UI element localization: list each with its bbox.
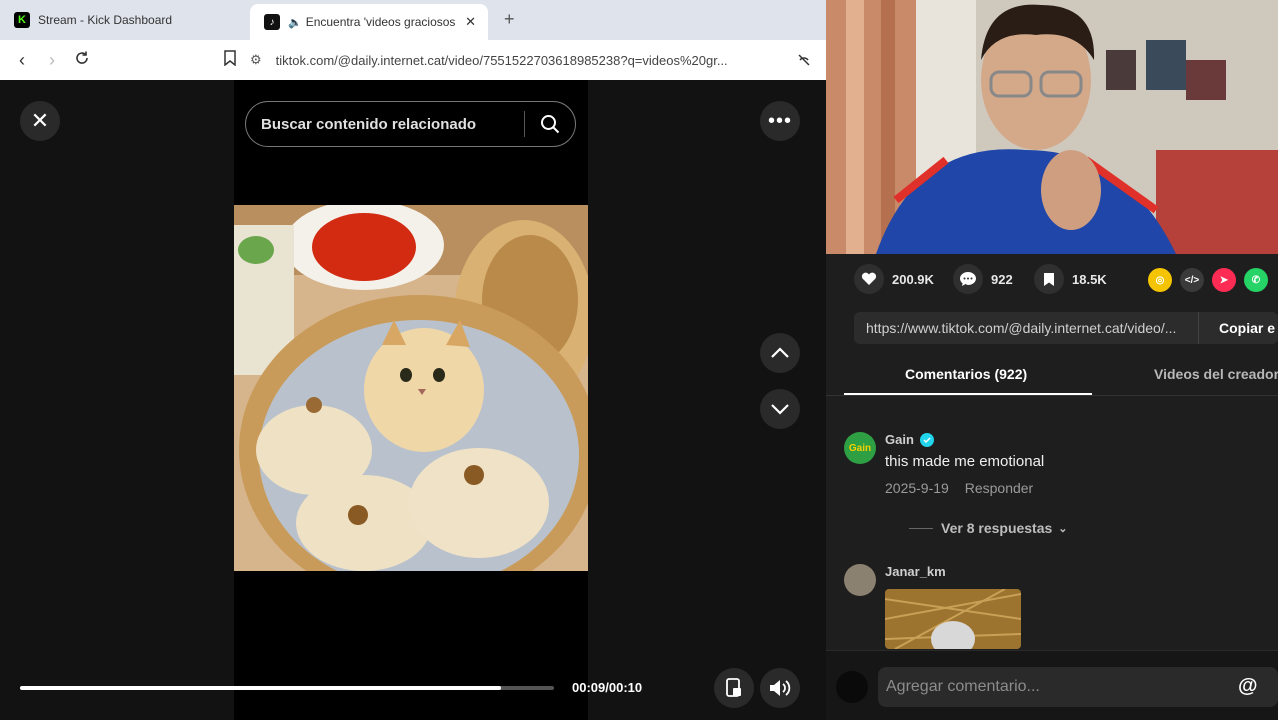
comment-input[interactable]: Agregar comentario... xyxy=(878,667,1278,707)
kick-logo-icon: K xyxy=(14,12,30,28)
tiktok-logo-icon: ♪ xyxy=(264,14,280,30)
comment-text: this made me emotional xyxy=(885,453,1045,470)
details-panel: 200.9K 922 18.5K ◎ </> ➤ ✆ https://www.t… xyxy=(826,0,1278,720)
heart-icon xyxy=(854,264,884,294)
save-count: 18.5K xyxy=(1072,271,1107,287)
comment-icon xyxy=(953,264,983,294)
volume-button[interactable] xyxy=(760,668,800,708)
comment-count: 922 xyxy=(991,271,1013,287)
view-replies-button[interactable]: Ver 8 respuestas ⌄ xyxy=(909,520,1068,536)
replies-divider xyxy=(909,527,933,529)
like-button[interactable]: 200.9K xyxy=(854,264,934,294)
more-icon: ••• xyxy=(767,109,792,132)
chevron-down-icon xyxy=(771,404,789,415)
reload-icon xyxy=(76,51,88,64)
avatar[interactable] xyxy=(844,564,876,596)
speaker-icon[interactable]: 🔈 xyxy=(288,16,302,29)
tab-tiktok-search[interactable]: ♪ 🔈 Encuentra 'videos graciosos' en ✕ xyxy=(250,4,488,40)
chevron-down-icon: ⌄ xyxy=(1058,522,1068,535)
close-tab-icon[interactable]: ✕ xyxy=(465,14,476,30)
send-icon[interactable]: ➤ xyxy=(1212,268,1236,292)
comment-username[interactable]: Gain xyxy=(885,432,914,447)
previous-video-button[interactable] xyxy=(760,333,800,373)
next-video-button[interactable] xyxy=(760,389,800,429)
close-video-button[interactable]: ✕ xyxy=(20,101,60,141)
video-viewer: ✕ Buscar contenido relacionado ••• 00:09… xyxy=(0,80,826,720)
comment-username[interactable]: Janar_km xyxy=(885,564,1245,579)
coin-share-icon[interactable]: ◎ xyxy=(1148,268,1172,292)
comment-item: Gain Gain this made me emotional 2025-9-… xyxy=(844,432,1264,536)
search-icon[interactable] xyxy=(525,114,575,134)
engagement-stats: 200.9K 922 18.5K ◎ </> ➤ ✆ xyxy=(826,262,1278,298)
mention-icon[interactable]: @ xyxy=(1238,675,1258,698)
comment-item: Janar_km xyxy=(844,564,1264,650)
close-icon: ✕ xyxy=(30,108,50,133)
tab-title: Encuentra 'videos graciosos' en xyxy=(305,15,456,29)
bookmark-icon xyxy=(1034,264,1064,294)
verified-badge-icon xyxy=(919,432,934,447)
mini-player-icon xyxy=(726,678,741,697)
panel-tabs: Comentarios (922) Videos del creador xyxy=(826,356,1278,396)
search-placeholder: Buscar contenido relacionado xyxy=(261,115,477,133)
like-count: 200.9K xyxy=(892,271,934,287)
volume-icon xyxy=(770,680,791,696)
site-settings-icon[interactable]: ⚙ xyxy=(250,52,262,68)
video-progress-fill xyxy=(20,686,501,690)
bookmark-button[interactable] xyxy=(220,50,240,71)
copy-link-button[interactable]: Copiar e xyxy=(1198,312,1275,344)
comment-image[interactable] xyxy=(885,589,1021,649)
tab-kick-dashboard[interactable]: K Stream - Kick Dashboard xyxy=(0,5,248,35)
share-link-bar: https://www.tiktok.com/@daily.internet.c… xyxy=(854,312,1278,344)
video-progress-bar[interactable] xyxy=(20,686,554,690)
more-options-button[interactable]: ••• xyxy=(760,101,800,141)
comment-composer: Agregar comentario... @ xyxy=(826,650,1278,720)
save-button[interactable]: 18.5K xyxy=(1034,264,1107,294)
address-bar: ‹ › ⚙ tiktok.com/@daily.internet.cat/vid… xyxy=(0,40,826,80)
embed-icon[interactable]: </> xyxy=(1180,268,1204,292)
forward-button[interactable]: › xyxy=(42,50,62,71)
tab-title: Stream - Kick Dashboard xyxy=(38,13,173,27)
video-frame-image xyxy=(234,205,588,571)
avatar[interactable]: Gain xyxy=(844,432,876,464)
share-link-text[interactable]: https://www.tiktok.com/@daily.internet.c… xyxy=(854,320,1198,336)
avatar xyxy=(836,671,868,703)
reply-button[interactable]: Responder xyxy=(965,480,1034,496)
bookmark-icon xyxy=(224,50,236,67)
chevron-up-icon xyxy=(771,347,789,358)
extension-icon[interactable] xyxy=(796,52,812,71)
whatsapp-icon[interactable]: ✆ xyxy=(1244,268,1268,292)
tab-comments[interactable]: Comentarios (922) xyxy=(905,366,1027,382)
related-search-field[interactable]: Buscar contenido relacionado xyxy=(245,101,576,147)
url-text: tiktok.com/@daily.internet.cat/video/755… xyxy=(275,52,728,68)
back-button[interactable]: ‹ xyxy=(12,50,32,71)
reload-button[interactable] xyxy=(72,50,92,71)
active-tab-indicator xyxy=(844,393,1092,395)
comment-date: 2025-9-19 xyxy=(885,480,949,496)
floating-player-button[interactable] xyxy=(714,668,754,708)
browser-tab-bar: K Stream - Kick Dashboard ♪ 🔈 Encuentra … xyxy=(0,0,826,40)
url-field[interactable]: ⚙ tiktok.com/@daily.internet.cat/video/7… xyxy=(250,45,790,75)
tab-creator-videos[interactable]: Videos del creador xyxy=(1154,366,1278,382)
replies-label: Ver 8 respuestas xyxy=(941,520,1053,536)
webcam-overlay xyxy=(826,0,1278,254)
comment-button[interactable]: 922 xyxy=(953,264,1013,294)
new-tab-button[interactable]: + xyxy=(504,9,515,30)
video-time: 00:09/00:10 xyxy=(572,680,643,695)
